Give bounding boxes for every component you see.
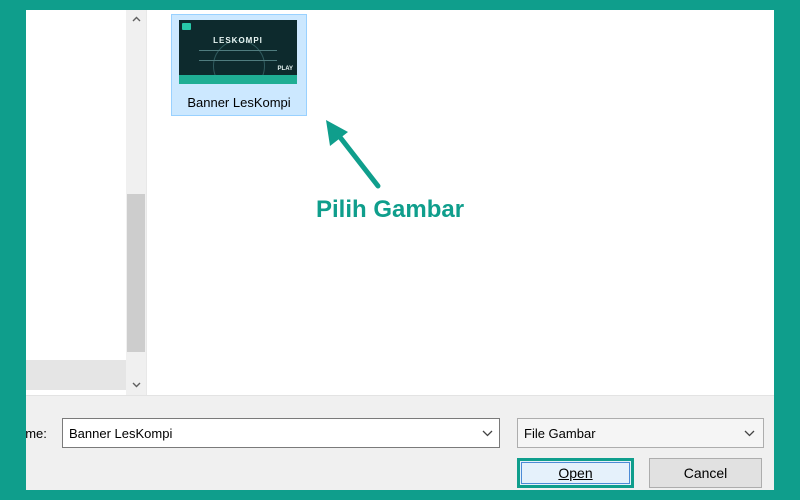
file-open-dialog: LESKOMPI PLAY Banner LesKompi Pilih Gamb… [26, 10, 774, 490]
scrollbar-thumb[interactable] [127, 194, 145, 352]
arrow-pointer-icon [326, 120, 381, 189]
file-item[interactable]: LESKOMPI PLAY Banner LesKompi [171, 14, 307, 116]
chevron-down-icon[interactable] [744, 425, 755, 440]
thumbnail-lines [199, 50, 277, 61]
cancel-button[interactable]: Cancel [649, 458, 762, 488]
thumbnail-title: LESKOMPI [213, 36, 263, 45]
file-thumbnail: LESKOMPI PLAY [179, 20, 297, 84]
file-name-label[interactable]: Banner LesKompi [172, 95, 306, 110]
navigation-pane [26, 10, 126, 395]
chevron-down-icon[interactable] [126, 376, 146, 394]
open-button-label: Open [558, 465, 593, 481]
thumbnail-play-label: PLAY [277, 66, 293, 72]
open-button[interactable]: Open [517, 458, 634, 488]
file-name-input[interactable]: Banner LesKompi [62, 418, 500, 448]
chevron-down-icon[interactable] [482, 425, 493, 440]
logo-badge [182, 23, 191, 30]
cancel-button-label: Cancel [683, 465, 728, 481]
pane-divider [146, 10, 147, 395]
chevron-up-icon[interactable] [126, 10, 146, 28]
navigation-selected-item[interactable] [26, 360, 126, 390]
navigation-scrollbar[interactable] [126, 10, 146, 395]
thumbnail-footer-bar [179, 75, 297, 84]
file-name-input-value[interactable]: Banner LesKompi [69, 426, 172, 441]
file-type-select[interactable]: File Gambar [517, 418, 764, 448]
file-type-value[interactable]: File Gambar [524, 426, 596, 441]
annotation-text: Pilih Gambar [316, 196, 465, 223]
file-name-field-label: ame: [26, 426, 47, 441]
dialog-footer: ame: Banner LesKompi File Gambar Open Ca… [26, 395, 774, 490]
